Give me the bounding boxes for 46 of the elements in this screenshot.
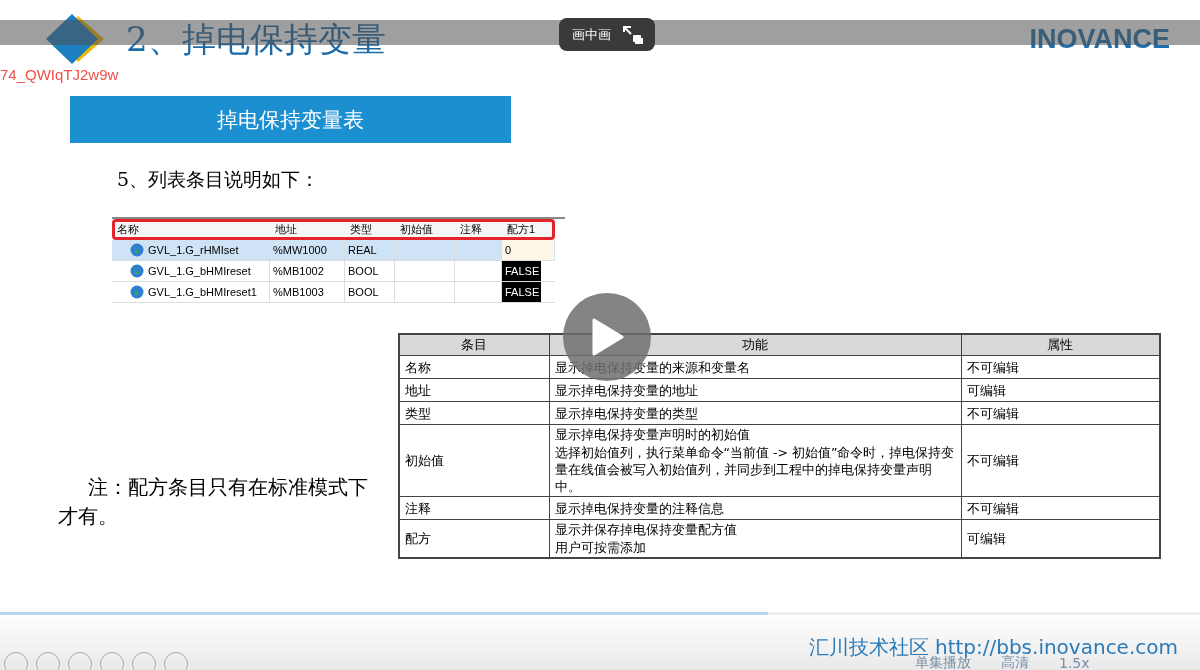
column-header: 类型 <box>349 222 373 237</box>
column-header: 地址 <box>274 222 298 237</box>
table-cell: GVL_1.G_rHMIset <box>148 244 239 256</box>
table-cell-text: 用户可按需添加 <box>554 539 647 556</box>
play-icon <box>590 318 624 356</box>
globe-icon <box>130 264 144 278</box>
video-id: 74_QWIqTJ2w9w <box>0 66 119 83</box>
column-header: 名称 <box>116 222 140 237</box>
column-header: 条目 <box>399 334 549 356</box>
table-cell: FALSE <box>502 261 541 281</box>
table-cell: BOOL <box>348 265 379 277</box>
pip-icon <box>622 25 643 44</box>
table-cell: %MW1000 <box>273 244 327 256</box>
table-cell: %MB1003 <box>273 286 324 298</box>
table-cell: BOOL <box>348 286 379 298</box>
table-row[interactable]: GVL_1.G_rHMIset %MW1000 REAL 0 <box>112 240 555 261</box>
table-cell: 注释 <box>399 496 549 520</box>
table-row[interactable]: GVL_1.G_bHMIreset %MB1002 BOOL FALSE <box>112 261 555 282</box>
globe-icon <box>130 285 144 299</box>
table-cell: 选择初始值列，执行菜单命令“当前值 -> 初始值”命令时，掉电保持变量在线值会被写入初始值列，并同步到工程中的掉电保持变量声明中。 <box>554 444 956 495</box>
table-cell: 0 <box>502 240 554 260</box>
column-header: 初始值 <box>399 222 434 237</box>
globe-icon <box>130 243 144 257</box>
table-cell-text: 显示并保存掉电保持变量配方值 <box>554 521 738 538</box>
table-cell: 地址 <box>399 378 549 402</box>
table-cell: %MB1002 <box>273 265 324 277</box>
table-cell: GVL_1.G_bHMIreset1 <box>148 286 257 298</box>
table-cell: 初始值 <box>399 424 549 497</box>
table-cell: 名称 <box>399 355 549 379</box>
table-cell-text: 显示掉电保持变量的注释信息 <box>554 499 725 517</box>
table-cell: REAL <box>348 244 377 256</box>
column-header: 属性 <box>961 334 1160 356</box>
section-banner: 掉电保持变量表 <box>70 96 511 143</box>
column-header: 注释 <box>459 222 483 237</box>
table-row[interactable]: GVL_1.G_bHMIreset1 %MB1003 BOOL FALSE <box>112 282 555 303</box>
column-header: 配方1 <box>506 222 537 237</box>
table-cell: GVL_1.G_bHMIreset <box>148 265 251 277</box>
table-cell-text: 显示掉电保持变量声明时的初始值 <box>554 426 751 443</box>
intro-text: 5、列表条目说明如下： <box>117 167 321 192</box>
table-cell-text: 显示掉电保持变量的地址 <box>554 381 699 399</box>
table-cell: 类型 <box>399 401 549 425</box>
pip-button[interactable]: 画中画 <box>559 18 655 51</box>
table-cell: FALSE <box>502 282 541 302</box>
table-cell-text: 显示掉电保持变量的类型 <box>554 404 699 422</box>
progress-track[interactable] <box>0 612 1200 615</box>
note-text: 注：配方条目只有在标准模式下才有。 <box>58 474 368 530</box>
